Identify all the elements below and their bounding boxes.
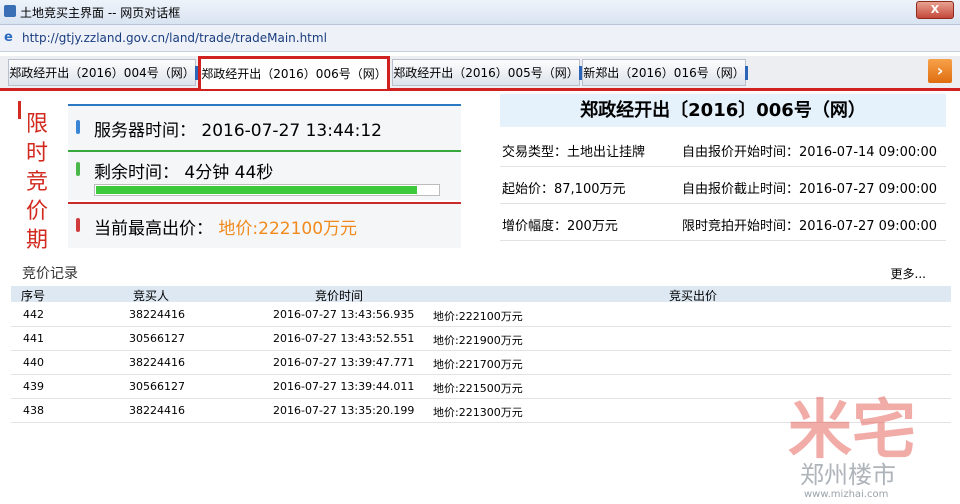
lot-info-row: 起始价：87,100万元 自由报价截止时间：2016-07-27 09:00:0… <box>500 167 946 204</box>
lot-info-row: 增价幅度：200万元 限时竞拍开始时间：2016-07-27 09:00:00 <box>500 204 946 241</box>
cell-price: 地价:221500万元 <box>433 382 523 395</box>
table-row: 442 38224416 2016-07-27 13:43:56.935 地价:… <box>11 302 951 327</box>
cell-seq: 440 <box>23 356 44 369</box>
records-title: 竞价记录 <box>22 266 78 282</box>
blue-indicator-icon <box>76 120 80 134</box>
increment: 增价幅度：200万元 <box>502 219 618 234</box>
row-divider <box>68 104 461 106</box>
phase-marker <box>18 101 21 119</box>
row-divider <box>68 202 461 204</box>
lot-info-panel: 郑政经开出〔2016〕006号（网） 交易类型：土地出让挂牌 自由报价开始时间：… <box>500 94 946 241</box>
table-row: 441 30566127 2016-07-27 13:43:52.551 地价:… <box>11 326 951 351</box>
table-row: 440 38224416 2016-07-27 13:39:47.771 地价:… <box>11 350 951 375</box>
countdown-progress-bar <box>94 184 440 196</box>
cell-bidder: 38224416 <box>129 356 185 369</box>
phase-char: 时 <box>25 141 48 166</box>
cell-seq: 438 <box>23 404 44 417</box>
close-button[interactable]: X <box>916 1 954 19</box>
remaining-time-text: 剩余时间： 4分钟 44秒 <box>94 158 273 183</box>
window-title-bar: 土地竞买主界面 -- 网页对话框 X <box>0 0 960 25</box>
cell-seq: 442 <box>23 308 44 321</box>
tab-label: 新郑出（2016）016号（网） <box>583 66 745 80</box>
cell-seq: 441 <box>23 332 44 345</box>
tab-label: 郑政经开出（2016）004号（网） <box>9 66 195 80</box>
app-icon <box>4 5 16 17</box>
cell-time: 2016-07-27 13:39:47.771 <box>273 356 415 369</box>
starting-price: 起始价：87,100万元 <box>502 182 626 197</box>
tab-bar: 郑政经开出（2016）004号（网） 郑政经开出（2016）006号（网） 郑政… <box>0 56 960 91</box>
tab-004[interactable]: 郑政经开出（2016）004号（网） <box>8 59 198 86</box>
cell-bidder: 38224416 <box>129 308 185 321</box>
progress-fill <box>96 186 417 194</box>
quote-start-time: 自由报价开始时间：2016-07-14 09:00:00 <box>682 145 938 160</box>
green-indicator-icon <box>76 162 80 176</box>
cell-time: 2016-07-27 13:35:20.199 <box>273 404 415 417</box>
phase-char: 限 <box>25 112 48 137</box>
phase-char: 价 <box>25 199 48 224</box>
phase-char: 竞 <box>25 170 48 195</box>
table-header: 序号 竞买人 竞价时间 竞买出价 <box>11 286 951 303</box>
cell-price: 地价:221300万元 <box>433 406 523 419</box>
browser-icon: e <box>4 30 13 45</box>
highest-bid-label: 当前最高出价： <box>94 219 213 239</box>
highest-bid-text: 当前最高出价： 地价:222100万元 <box>94 214 357 239</box>
cell-price: 地价:221700万元 <box>433 358 523 371</box>
table-row: 439 30566127 2016-07-27 13:39:44.011 地价:… <box>11 374 951 399</box>
cell-bidder: 30566127 <box>129 332 185 345</box>
remaining-time-row: 剩余时间： 4分钟 44秒 <box>68 150 461 200</box>
tab-label: 郑政经开出（2016）005号（网） <box>393 66 579 80</box>
tab-016[interactable]: 新郑出（2016）016号（网） <box>582 59 748 86</box>
tab-006[interactable]: 郑政经开出（2016）006号（网） <box>198 56 390 89</box>
table-row: 438 38224416 2016-07-27 13:35:20.199 地价:… <box>11 398 951 423</box>
tab-separator <box>745 66 748 80</box>
cell-bidder: 38224416 <box>129 404 185 417</box>
lot-title: 郑政经开出〔2016〕006号（网） <box>500 94 946 127</box>
cell-time: 2016-07-27 13:39:44.011 <box>273 380 415 393</box>
tab-label: 郑政经开出（2016）006号（网） <box>201 67 387 81</box>
server-time-value: 2016-07-27 13:44:12 <box>201 121 382 141</box>
cell-time: 2016-07-27 13:43:52.551 <box>273 332 415 345</box>
highest-bid-value: 地价:222100万元 <box>218 219 358 239</box>
cell-price: 地价:221900万元 <box>433 334 523 347</box>
remaining-time-label: 剩余时间： <box>94 163 179 183</box>
server-time-text: 服务器时间： 2016-07-27 13:44:12 <box>94 116 382 141</box>
phase-char: 期 <box>25 228 48 253</box>
more-link[interactable]: 更多... <box>891 265 926 282</box>
tab-next-button[interactable]: › <box>928 59 952 83</box>
watermark-text: 郑州楼市 <box>800 461 896 489</box>
remaining-time-value: 4分钟 44秒 <box>184 163 274 183</box>
window-title: 土地竞买主界面 -- 网页对话框 <box>20 6 181 20</box>
cell-time: 2016-07-27 13:43:56.935 <box>273 308 415 321</box>
tab-005[interactable]: 郑政经开出（2016）005号（网） <box>392 59 582 86</box>
server-time-label: 服务器时间： <box>94 121 196 141</box>
cell-price: 地价:222100万元 <box>433 310 523 323</box>
cell-seq: 439 <box>23 380 44 393</box>
quote-end-time: 自由报价截止时间：2016-07-27 09:00:00 <box>682 182 938 197</box>
watermark-site: www.mizhai.com <box>804 489 889 500</box>
phase-label: 限 时 竞 价 期 <box>22 110 52 255</box>
highest-bid-row: 当前最高出价： 地价:222100万元 <box>68 202 461 248</box>
timed-auction-start: 限时竞拍开始时间：2016-07-27 09:00:00 <box>682 219 938 234</box>
lot-info-row: 交易类型：土地出让挂牌 自由报价开始时间：2016-07-14 09:00:00 <box>500 130 946 167</box>
cell-bidder: 30566127 <box>129 380 185 393</box>
red-indicator-icon <box>76 218 80 232</box>
address-bar: e http://gtjy.zzland.gov.cn/land/trade/t… <box>0 25 960 52</box>
trade-type: 交易类型：土地出让挂牌 <box>502 145 646 160</box>
url-field[interactable]: http://gtjy.zzland.gov.cn/land/trade/tra… <box>22 31 327 45</box>
server-time-row: 服务器时间： 2016-07-27 13:44:12 <box>68 104 461 150</box>
row-divider <box>68 150 461 152</box>
